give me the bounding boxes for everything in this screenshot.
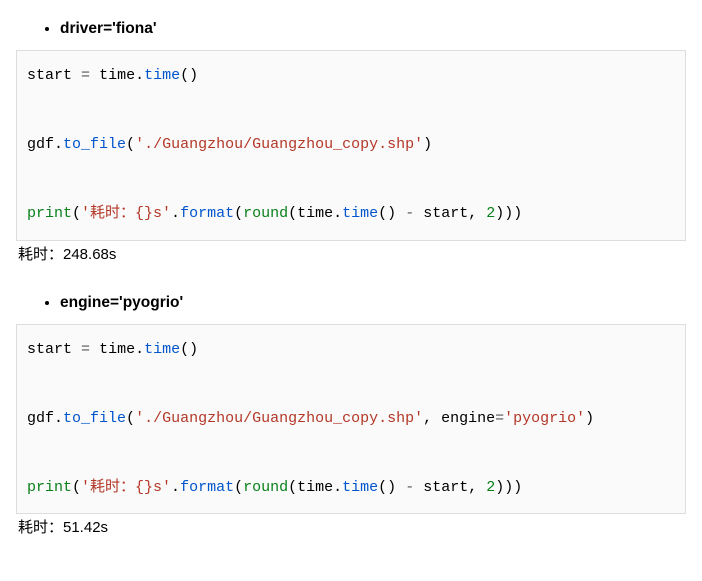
code-block-2: start = time.time() gdf.to_file('./Guang…: [16, 324, 686, 515]
section-1-heading: driver='fiona': [60, 18, 686, 40]
section-1-heading-list: driver='fiona': [16, 18, 686, 40]
code-block-1: start = time.time() gdf.to_file('./Guang…: [16, 50, 686, 241]
output-1: 耗时：248.68s: [18, 243, 686, 264]
section-2-heading: engine='pyogrio': [60, 292, 686, 314]
output-2: 耗时：51.42s: [18, 516, 686, 537]
section-2-heading-list: engine='pyogrio': [16, 292, 686, 314]
